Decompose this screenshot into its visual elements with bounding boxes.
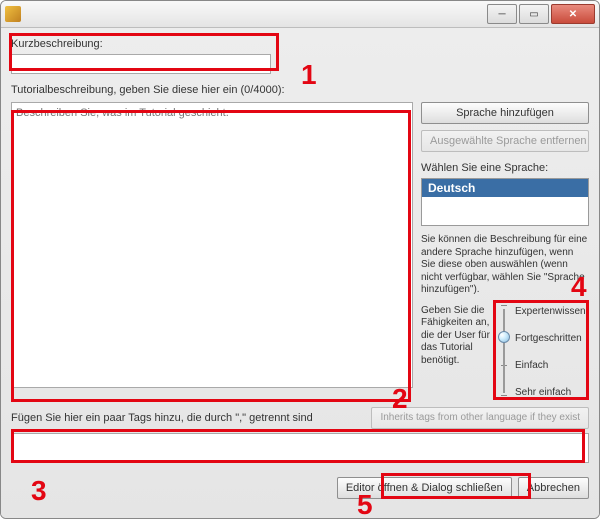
dialog-body: Kurzbeschreibung: Tutorialbeschreibung, … (1, 28, 599, 518)
slider-labels: Expertenwissen Fortgeschritten Einfach S… (515, 305, 586, 401)
choose-language-label: Wählen Sie eine Sprache: (421, 162, 589, 174)
slider-tick (501, 305, 507, 306)
footer: Editor öffnen & Dialog schließen Abbrech… (11, 477, 589, 499)
skill-slider[interactable]: Expertenwissen Fortgeschritten Einfach S… (497, 305, 589, 401)
language-list[interactable]: Deutsch (421, 178, 589, 226)
cancel-button[interactable]: Abbrechen (518, 477, 589, 499)
maximize-button[interactable]: ▭ (519, 4, 549, 24)
titlebar: ─ ▭ ✕ (1, 1, 599, 28)
close-button[interactable]: ✕ (551, 4, 595, 24)
tags-row: Fügen Sie hier ein paar Tags hinzu, die … (11, 407, 589, 429)
tutorial-desc-label: Tutorialbeschreibung, geben Sie diese hi… (11, 84, 589, 96)
dialog-window: ─ ▭ ✕ Kurzbeschreibung: Tutorialbeschrei… (0, 0, 600, 519)
skill-row: Geben Sie die Fähigkeiten an, die der Us… (421, 305, 589, 401)
remove-language-button[interactable]: Ausgewählte Sprache entfernen (421, 130, 589, 152)
desc-area (11, 102, 413, 401)
add-language-button[interactable]: Sprache hinzufügen (421, 102, 589, 124)
skill-level-label: Einfach (515, 361, 586, 371)
skill-note: Geben Sie die Fähigkeiten an, die der Us… (421, 305, 491, 401)
tutorial-desc-input[interactable] (11, 102, 413, 388)
inherit-tags-button[interactable]: Inherits tags from other language if the… (371, 407, 589, 429)
short-desc-input[interactable] (11, 54, 271, 74)
skill-level-label: Sehr einfach (515, 388, 586, 398)
side-panel: Sprache hinzufügen Ausgewählte Sprache e… (421, 102, 589, 401)
skill-level-label: Expertenwissen (515, 307, 586, 317)
main-row: Sprache hinzufügen Ausgewählte Sprache e… (11, 102, 589, 401)
short-desc-label: Kurzbeschreibung: (11, 38, 589, 50)
language-item-selected[interactable]: Deutsch (422, 179, 588, 197)
app-icon (5, 6, 21, 22)
slider-track[interactable] (497, 305, 511, 397)
open-editor-button[interactable]: Editor öffnen & Dialog schließen (337, 477, 512, 499)
language-note: Sie können die Beschreibung für eine and… (421, 234, 589, 297)
slider-line (503, 309, 505, 393)
window-buttons: ─ ▭ ✕ (487, 4, 595, 24)
minimize-button[interactable]: ─ (487, 4, 517, 24)
slider-tick (501, 395, 507, 396)
tags-label: Fügen Sie hier ein paar Tags hinzu, die … (11, 412, 363, 424)
tags-input[interactable] (11, 433, 589, 463)
slider-thumb[interactable] (498, 331, 510, 343)
skill-level-label: Fortgeschritten (515, 334, 586, 344)
